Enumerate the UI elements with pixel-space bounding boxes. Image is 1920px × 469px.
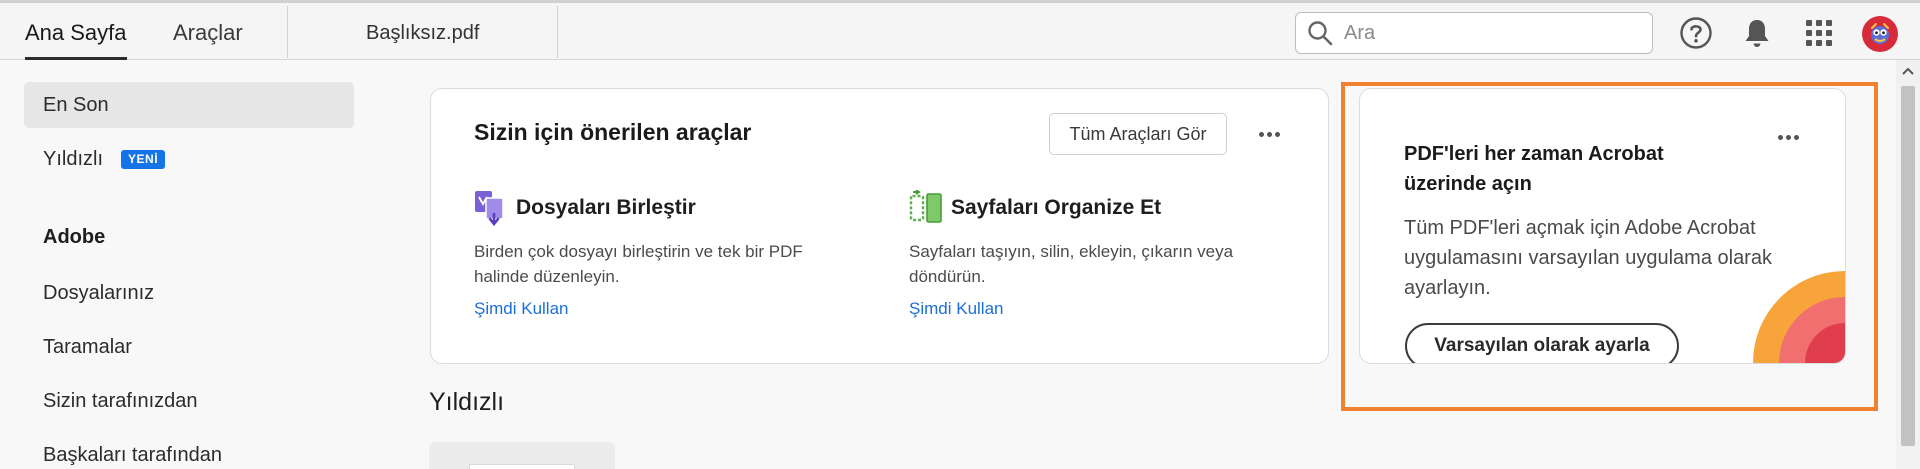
highlight-box (1341, 82, 1878, 411)
starred-section-title: Yıldızlı (429, 388, 505, 416)
notifications-button[interactable] (1740, 16, 1774, 50)
use-now-link[interactable]: Şimdi Kullan (909, 299, 1004, 319)
avatar[interactable] (1862, 16, 1898, 52)
tab-divider (287, 6, 288, 58)
help-icon (1680, 17, 1712, 49)
tab-divider (557, 6, 558, 58)
new-badge: YENİ (121, 149, 166, 169)
sidebar-heading-adobe: Adobe (43, 226, 106, 248)
sidebar-item-recent[interactable]: En Son (24, 82, 354, 128)
sidebar-item-label: En Son (43, 93, 109, 116)
see-all-tools-button[interactable]: Tüm Araçları Gör (1049, 113, 1227, 155)
sidebar-item-shared-by-others[interactable]: Başkaları tarafından (24, 432, 354, 469)
use-now-link[interactable]: Şimdi Kullan (474, 299, 569, 319)
sidebar-item-label: Sizin tarafınızdan (43, 389, 198, 412)
combine-files-icon (475, 191, 504, 226)
help-button[interactable] (1679, 16, 1713, 50)
file-preview (469, 464, 575, 469)
sidebar-item-label: Yıldızlı (43, 147, 104, 170)
starred-file-thumbnail[interactable] (429, 442, 615, 469)
sidebar-item-scans[interactable]: Taramalar (24, 324, 354, 370)
sidebar-item-starred[interactable]: Yıldızlı YENİ (24, 136, 354, 182)
sidebar-item-label: Dosyalarınız (43, 281, 155, 304)
sidebar-item-label: Başkaları tarafından (43, 443, 222, 466)
search-input[interactable] (1344, 21, 1634, 45)
sidebar-item-shared-by-you[interactable]: Sizin tarafınızdan (24, 378, 354, 424)
search-box[interactable] (1295, 12, 1653, 54)
tab-home[interactable]: Ana Sayfa (25, 6, 127, 60)
card-title: Sizin için önerilen araçlar (474, 119, 752, 145)
top-bar: Ana Sayfa Araçlar Başlıksız.pdf (0, 0, 1920, 60)
sidebar-item-label: Taramalar (43, 335, 132, 358)
tool-combine-files: Dosyaları Birleştir Birden çok dosyayı b… (474, 189, 854, 289)
apps-button[interactable] (1802, 16, 1836, 50)
more-options-icon[interactable] (1257, 122, 1281, 146)
tab-document[interactable]: Başlıksız.pdf (366, 6, 479, 60)
scrollbar[interactable] (1896, 60, 1920, 469)
tab-tools[interactable]: Araçlar (173, 6, 243, 60)
sidebar-item-your-files[interactable]: Dosyalarınız (24, 270, 354, 316)
bell-icon (1745, 20, 1769, 47)
organize-pages-icon (909, 190, 942, 223)
tool-name: Dosyaları Birleştir (516, 196, 696, 219)
apps-grid-icon (1806, 20, 1832, 46)
tool-organize-pages: Sayfaları Organize Et Sayfaları taşıyın,… (909, 189, 1289, 289)
sidebar: En Son Yıldızlı YENİ Adobe Dosyalarınız … (0, 62, 380, 469)
tool-name: Sayfaları Organize Et (951, 196, 1162, 219)
tool-description: Sayfaları taşıyın, silin, ekleyin, çıkar… (909, 242, 1234, 286)
recommended-tools-card: Sizin için önerilen araçlar Tüm Araçları… (430, 88, 1329, 364)
scrollbar-thumb[interactable] (1901, 86, 1915, 446)
scroll-up-icon[interactable] (1896, 60, 1920, 82)
search-icon (1308, 21, 1333, 46)
tool-description: Birden çok dosyayı birleştirin ve tek bi… (474, 242, 803, 286)
avatar-icon (1871, 23, 1889, 44)
